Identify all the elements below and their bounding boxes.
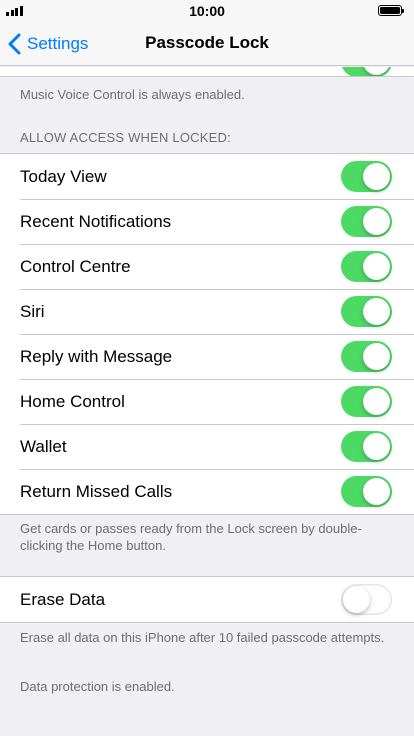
battery-icon xyxy=(378,5,404,16)
status-bar: 10:00 xyxy=(0,0,414,22)
music-voice-control-switch xyxy=(341,67,392,76)
row-label-home-control: Home Control xyxy=(20,391,125,411)
erase-data-group: Erase Data xyxy=(0,576,414,623)
erase-data-footer: Erase all data on this iPhone after 10 f… xyxy=(20,630,385,645)
row-siri: Siri xyxy=(0,289,414,334)
row-label-reply-with-message: Reply with Message xyxy=(20,346,173,366)
switch-siri[interactable] xyxy=(341,296,392,327)
back-label: Settings xyxy=(27,34,89,53)
row-label-control-centre: Control Centre xyxy=(20,256,131,276)
row-label-recent-notifications: Recent Notifications xyxy=(20,211,172,231)
switch-recent-notifications[interactable] xyxy=(341,206,392,237)
row-recent-notifications: Recent Notifications xyxy=(0,199,414,244)
row-label-return-missed-calls: Return Missed Calls xyxy=(20,481,173,501)
row-wallet: Wallet xyxy=(0,424,414,469)
row-today-view: Today View xyxy=(0,154,414,199)
row-return-missed-calls: Return Missed Calls xyxy=(0,469,414,514)
row-reply-with-message: Reply with Message xyxy=(0,334,414,379)
switch-reply-with-message[interactable] xyxy=(341,341,392,372)
music-voice-control-row xyxy=(0,67,414,77)
navigation-bar: Settings Passcode Lock xyxy=(0,22,414,66)
allow-access-header: ALLOW ACCESS WHEN LOCKED: xyxy=(20,130,231,145)
allow-access-group: Today View Recent Notifications Control Ce… xyxy=(0,153,414,515)
music-voice-control-note: Music Voice Control is always enabled. xyxy=(20,87,245,102)
back-button[interactable]: Settings xyxy=(8,22,88,66)
switch-wallet[interactable] xyxy=(341,431,392,462)
switch-control-centre[interactable] xyxy=(341,251,392,282)
row-control-centre: Control Centre xyxy=(0,244,414,289)
switch-home-control[interactable] xyxy=(341,386,392,417)
row-label-today-view: Today View xyxy=(20,166,107,186)
row-label-siri: Siri xyxy=(20,301,45,321)
erase-data-switch[interactable] xyxy=(341,584,392,615)
chevron-left-icon xyxy=(8,33,21,55)
erase-data-row: Erase Data xyxy=(0,577,414,622)
switch-return-missed-calls[interactable] xyxy=(341,476,392,507)
row-label-wallet: Wallet xyxy=(20,436,67,456)
status-time: 10:00 xyxy=(189,3,225,19)
erase-data-label: Erase Data xyxy=(20,589,106,609)
data-protection-note: Data protection is enabled. xyxy=(20,679,175,694)
allow-access-footer: Get cards or passes ready from the Lock … xyxy=(20,521,362,553)
switch-today-view[interactable] xyxy=(341,161,392,192)
row-home-control: Home Control xyxy=(0,379,414,424)
